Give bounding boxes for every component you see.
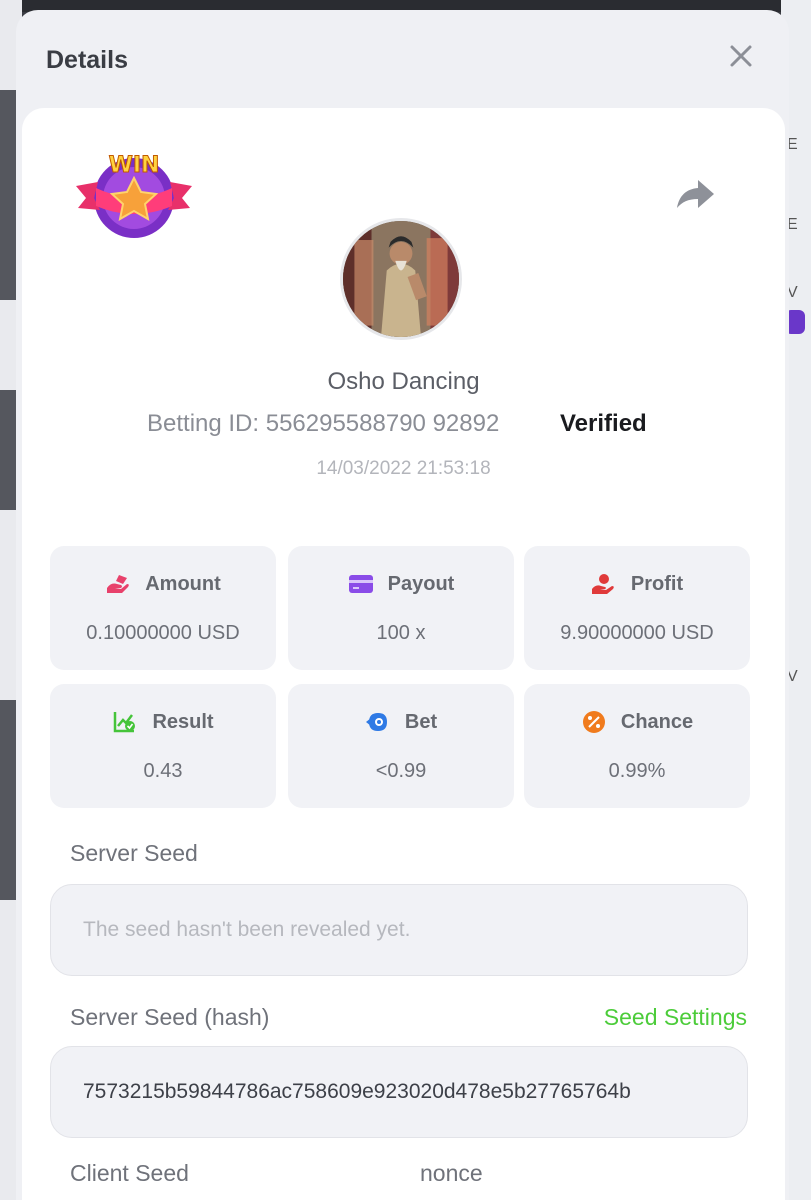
result-chart-icon	[114, 712, 136, 733]
seed-settings-link[interactable]: Seed Settings	[604, 1004, 747, 1031]
stat-label-amount: Amount	[145, 572, 221, 595]
stat-card-amount: Amount 0.10000000 USD	[50, 546, 276, 670]
stat-card-bet: Bet <0.99	[288, 684, 514, 808]
stat-value-bet: <0.99	[375, 760, 427, 782]
chance-percent-icon	[582, 711, 605, 733]
details-modal: Details WIN Osho Dancing Betting ID: 556…	[16, 10, 789, 1200]
stat-card-payout: Payout 100 x	[288, 546, 514, 670]
bet-target-icon	[365, 713, 387, 731]
game-name: Osho Dancing	[327, 368, 480, 395]
server-seed-label: Server Seed	[70, 840, 198, 866]
stat-label-payout: Payout	[387, 572, 455, 595]
client-seed-label: Client Seed	[70, 1160, 189, 1186]
payout-card-icon	[348, 575, 373, 593]
stat-card-result: Result 0.43	[50, 684, 276, 808]
stat-card-profit: Profit 9.90000000 USD	[524, 546, 750, 670]
modal-title: Details	[46, 46, 128, 74]
details-panel: WIN Osho Dancing Betting ID: 55629558879…	[22, 108, 785, 1200]
stat-label-profit: Profit	[630, 572, 684, 595]
stat-card-chance: Chance 0.99%	[524, 684, 750, 808]
stat-value-chance: 0.99%	[608, 760, 666, 782]
verified-status: Verified	[560, 410, 647, 437]
win-badge-text: WIN	[109, 153, 160, 178]
game-avatar	[340, 218, 462, 340]
close-icon[interactable]	[727, 42, 755, 70]
stat-label-bet: Bet	[404, 710, 438, 733]
share-arrow-icon[interactable]	[674, 176, 716, 212]
profit-icon	[591, 574, 614, 594]
bet-timestamp: 14/03/2022 21:53:18	[316, 458, 491, 479]
server-seed-hash-field[interactable]: 7573215b59844786ac758609e923020d478e5b27…	[50, 1046, 748, 1138]
server-seed-hash-label: Server Seed (hash)	[70, 1004, 270, 1030]
stat-label-result: Result	[152, 710, 214, 733]
stat-value-profit: 9.90000000 USD	[560, 622, 714, 644]
stat-value-amount: 0.10000000 USD	[86, 622, 240, 644]
server-seed-field[interactable]: The seed hasn't been revealed yet.	[50, 884, 748, 976]
win-badge-icon: WIN	[72, 148, 196, 244]
modal-header: Details	[16, 10, 789, 108]
nonce-label: nonce	[420, 1160, 483, 1186]
stat-value-result: 0.43	[143, 760, 183, 782]
amount-icon	[107, 575, 130, 593]
stat-label-chance: Chance	[620, 710, 694, 733]
stat-value-payout: 100 x	[376, 622, 426, 644]
betting-id: Betting ID: 556295588790 92892	[147, 410, 500, 437]
